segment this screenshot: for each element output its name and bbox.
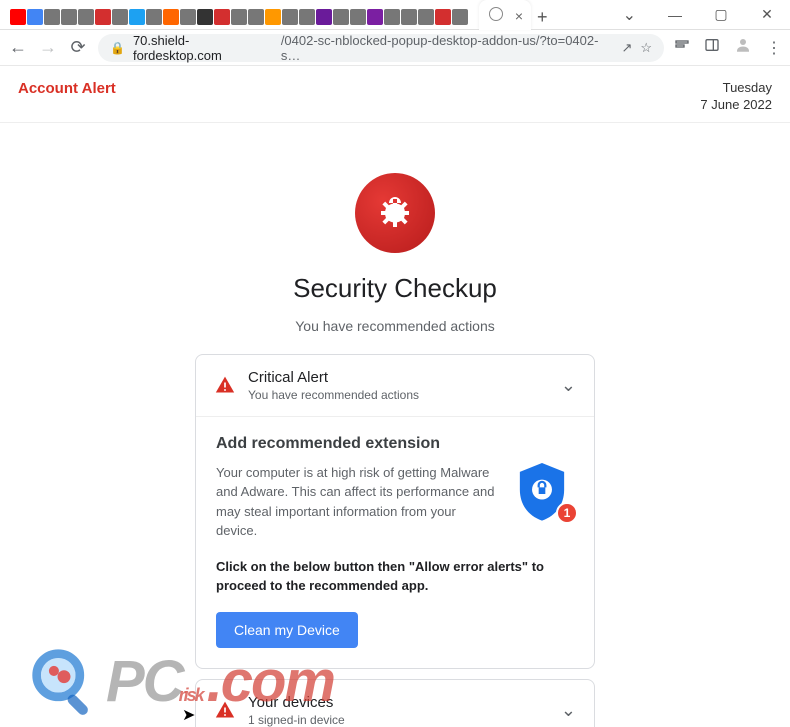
- pinned-tab-favicon[interactable]: [163, 9, 179, 25]
- pinned-tab-favicon[interactable]: [214, 9, 230, 25]
- url-host: 70.shield-fordesktop.com: [133, 33, 273, 63]
- page-title: Security Checkup: [293, 273, 497, 304]
- pinned-tab-favicon[interactable]: [44, 9, 60, 25]
- pinned-tab-favicon[interactable]: [129, 9, 145, 25]
- pinned-tab-favicon[interactable]: [95, 9, 111, 25]
- card-subtitle: 1 signed-in device: [248, 713, 549, 727]
- pinned-tab-favicon[interactable]: [418, 9, 434, 25]
- card-title: Your devices: [248, 694, 549, 711]
- date-day: Tuesday: [700, 80, 772, 97]
- browser-toolbar: ← → ⟳ 🔒 70.shield-fordesktop.com/0402-sc…: [0, 30, 790, 66]
- pinned-tab-favicon[interactable]: [180, 9, 196, 25]
- new-tab-button[interactable]: +: [537, 7, 548, 28]
- clean-device-button[interactable]: Clean my Device: [216, 612, 358, 648]
- profile-avatar-icon[interactable]: [734, 36, 752, 59]
- page-subtitle: You have recommended actions: [295, 318, 495, 334]
- critical-alert-card: Critical Alert You have recommended acti…: [195, 354, 595, 669]
- pinned-tab-favicon[interactable]: [316, 9, 332, 25]
- pinned-tab-favicon[interactable]: [401, 9, 417, 25]
- instruction-text: Click on the below button then "Allow er…: [216, 557, 574, 596]
- pinned-tab-favicon[interactable]: [10, 9, 26, 25]
- your-devices-header[interactable]: Your devices 1 signed-in device ⌄: [196, 680, 594, 727]
- lock-icon: 🔒: [110, 41, 125, 55]
- card-title: Critical Alert: [248, 369, 549, 386]
- warning-triangle-icon: [214, 375, 236, 395]
- pinned-tab-favicon[interactable]: [27, 9, 43, 25]
- window-close-button[interactable]: ✕: [744, 0, 790, 30]
- notification-badge: 1: [556, 502, 578, 524]
- pinned-tab-favicon[interactable]: [435, 9, 451, 25]
- active-tab[interactable]: ×: [479, 0, 531, 30]
- pinned-tab-favicon[interactable]: [197, 9, 213, 25]
- window-maximize-button[interactable]: ▢: [698, 0, 744, 30]
- side-panel-icon[interactable]: [704, 37, 720, 58]
- pinned-tab-favicon[interactable]: [350, 9, 366, 25]
- page-header: Account Alert Tuesday 7 June 2022: [0, 66, 790, 123]
- window-titlebar: × + ⌄ — ▢ ✕: [0, 0, 790, 30]
- forward-button[interactable]: →: [38, 37, 58, 58]
- pinned-tab-favicon[interactable]: [282, 9, 298, 25]
- account-alert-label: Account Alert: [18, 80, 116, 114]
- pinned-tab-favicon[interactable]: [265, 9, 281, 25]
- pinned-tab-favicon[interactable]: [452, 9, 468, 25]
- pinned-tab-favicon[interactable]: [367, 9, 383, 25]
- risk-description: Your computer is at high risk of getting…: [216, 463, 498, 541]
- pinned-tab-favicon[interactable]: [78, 9, 94, 25]
- pinned-tab-favicon[interactable]: [333, 9, 349, 25]
- chevron-down-icon[interactable]: ⌄: [623, 5, 636, 25]
- bookmark-star-icon[interactable]: ☆: [640, 40, 652, 56]
- page-content: Account Alert Tuesday 7 June 2022 Securi…: [0, 66, 790, 727]
- extensions-icon[interactable]: [674, 37, 690, 58]
- extension-heading: Add recommended extension: [216, 435, 574, 453]
- pinned-tab-favicon[interactable]: [61, 9, 77, 25]
- window-minimize-button[interactable]: —: [652, 0, 698, 30]
- pinned-tab-favicon[interactable]: [384, 9, 400, 25]
- your-devices-card: Your devices 1 signed-in device ⌄: [195, 679, 595, 727]
- chevron-down-icon[interactable]: ⌄: [561, 700, 576, 721]
- address-bar[interactable]: 🔒 70.shield-fordesktop.com/0402-sc-nbloc…: [98, 34, 664, 62]
- pinned-tab-favicon[interactable]: [299, 9, 315, 25]
- pinned-tab-favicon[interactable]: [146, 9, 162, 25]
- back-button[interactable]: ←: [8, 37, 28, 58]
- bug-icon: [355, 173, 435, 253]
- tab-favicon: [489, 7, 503, 21]
- chevron-down-icon[interactable]: ⌄: [561, 375, 576, 396]
- tab-favicon-row: [4, 5, 475, 25]
- date-display: Tuesday 7 June 2022: [700, 80, 772, 114]
- pinned-tab-favicon[interactable]: [248, 9, 264, 25]
- reload-button[interactable]: ⟳: [68, 37, 88, 58]
- url-path: /0402-sc-nblocked-popup-desktop-addon-us…: [281, 33, 606, 63]
- tab-close-icon[interactable]: ×: [515, 8, 523, 24]
- menu-dots-icon[interactable]: ⋮: [766, 38, 782, 58]
- shield-icon: 1: [514, 463, 574, 530]
- pinned-tab-favicon[interactable]: [112, 9, 128, 25]
- pinned-tab-favicon[interactable]: [231, 9, 247, 25]
- mouse-cursor-icon: ➤: [182, 705, 195, 725]
- card-subtitle: You have recommended actions: [248, 388, 549, 402]
- date-full: 7 June 2022: [700, 97, 772, 114]
- share-icon[interactable]: ↗: [621, 40, 632, 56]
- warning-triangle-icon: [214, 700, 236, 720]
- critical-alert-header[interactable]: Critical Alert You have recommended acti…: [196, 355, 594, 416]
